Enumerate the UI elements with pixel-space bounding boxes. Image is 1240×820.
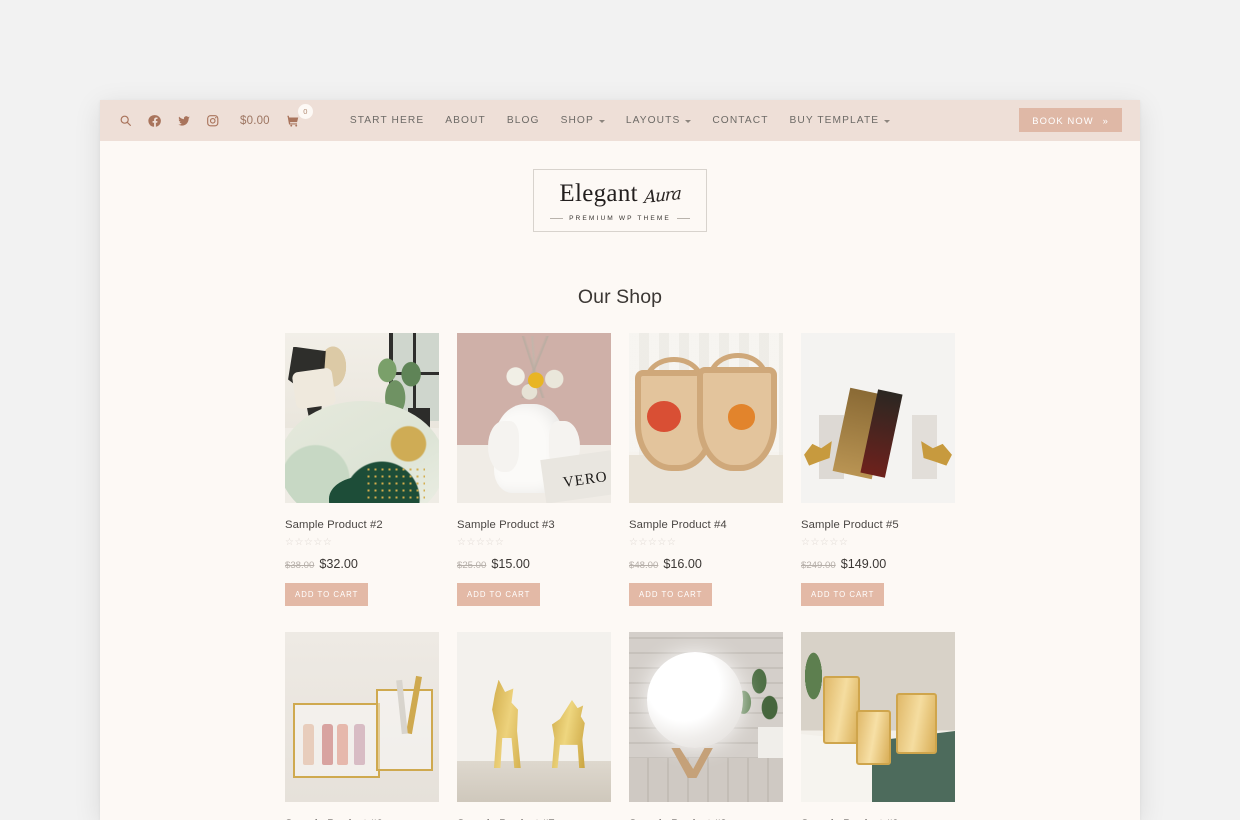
add-to-cart-button[interactable]: ADD TO CART (285, 583, 369, 606)
site-logo[interactable]: Elegant Aura PREMIUM WP THEME (533, 169, 707, 232)
logo-rule-left (550, 218, 564, 219)
product-image-apple-baskets[interactable] (629, 333, 783, 503)
nav-item-layouts[interactable]: LAYOUTS (626, 115, 692, 126)
screenshot-root: $0.00 0 START HERE ABOUT BLOG SHOP LAYOU… (0, 0, 1240, 820)
logo-rule-right (676, 218, 690, 219)
logo-primary-text: Elegant (559, 180, 638, 207)
product-card: Sample Product #4 ☆☆☆☆☆ $48.00 $16.00 AD… (629, 333, 783, 606)
chevron-down-icon (884, 119, 891, 123)
product-title[interactable]: Sample Product #4 (629, 519, 783, 531)
product-image-cosmetic-organizer[interactable] (285, 632, 439, 802)
price-sale: $15.00 (491, 557, 530, 571)
product-rating: ☆☆☆☆☆ (457, 537, 505, 548)
logo-wordmark: Elegant Aura (559, 180, 681, 209)
price-original: $38.00 (285, 560, 315, 571)
search-icon[interactable] (118, 113, 133, 128)
product-price: $48.00 $16.00 (629, 557, 783, 571)
nav-label: SHOP (560, 115, 594, 126)
instagram-icon[interactable] (205, 113, 220, 128)
nav-label: CONTACT (712, 115, 769, 126)
nav-item-about[interactable]: ABOUT (445, 115, 486, 126)
product-card: Sample Product #9 (801, 632, 955, 820)
chevron-down-icon (685, 119, 692, 123)
site-logo-area: Elegant Aura PREMIUM WP THEME (100, 141, 1140, 232)
logo-script-text: Aura (643, 183, 681, 209)
product-card: Sample Product #5 ☆☆☆☆☆ $249.00 $149.00 … (801, 333, 955, 606)
product-image-candle-holders[interactable] (801, 632, 955, 802)
topbar-left-group: $0.00 0 (118, 104, 313, 128)
product-image-gold-reindeer[interactable] (457, 632, 611, 802)
nav-label: LAYOUTS (625, 115, 681, 126)
logo-tagline-row: PREMIUM WP THEME (550, 215, 690, 222)
price-sale: $32.00 (319, 557, 358, 571)
book-now-label: BOOK NOW (1032, 114, 1094, 126)
nav-label: START HERE (349, 115, 425, 126)
nav-item-start-here[interactable]: START HERE (350, 115, 424, 126)
product-grid-row-1: Sample Product #2 ☆☆☆☆☆ $38.00 $32.00 AD… (100, 333, 1140, 606)
double-chevron-right-icon: » (1102, 114, 1109, 126)
product-rating: ☆☆☆☆☆ (801, 537, 849, 548)
product-rating: ☆☆☆☆☆ (285, 537, 333, 548)
nav-label: ABOUT (445, 115, 486, 126)
twitter-icon[interactable] (176, 113, 191, 128)
nav-item-shop[interactable]: SHOP (561, 115, 605, 126)
cart-button[interactable]: 0 (286, 104, 313, 128)
product-price: $38.00 $32.00 (285, 557, 439, 571)
product-price: $249.00 $149.00 (801, 557, 955, 571)
cart-amount[interactable]: $0.00 (240, 115, 270, 127)
price-original: $48.00 (629, 560, 659, 571)
product-title[interactable]: Sample Product #5 (801, 519, 955, 531)
product-image-dinosaur-bookends[interactable] (801, 333, 955, 503)
nav-item-buy-template[interactable]: BUY TEMPLATE (790, 115, 891, 126)
add-to-cart-button[interactable]: ADD TO CART (801, 583, 885, 606)
chevron-down-icon (598, 119, 605, 123)
add-to-cart-button[interactable]: ADD TO CART (457, 583, 541, 606)
product-image-white-face-vase[interactable]: VERO (457, 333, 611, 503)
nav-label: BUY TEMPLATE (789, 115, 880, 126)
product-card: Sample Product #6 (285, 632, 439, 820)
product-image-moon-lamp[interactable] (629, 632, 783, 802)
nav-item-blog[interactable]: BLOG (507, 115, 540, 126)
product-price: $25.00 $15.00 (457, 557, 611, 571)
product-image-round-botanical-rug[interactable] (285, 333, 439, 503)
page-title: Our Shop (577, 286, 663, 308)
product-card: VERO Sample Product #3 ☆☆☆☆☆ $25.00 $15.… (457, 333, 611, 606)
product-rating: ☆☆☆☆☆ (629, 537, 677, 548)
cart-count-badge: 0 (297, 104, 313, 119)
product-title[interactable]: Sample Product #2 (285, 519, 439, 531)
top-utility-bar: $0.00 0 START HERE ABOUT BLOG SHOP LAYOU… (100, 100, 1140, 141)
logo-tagline: PREMIUM WP THEME (569, 215, 671, 222)
book-now-button[interactable]: BOOK NOW » (1019, 108, 1122, 132)
nav-label: BLOG (506, 115, 540, 126)
facebook-icon[interactable] (147, 113, 162, 128)
price-sale: $16.00 (663, 557, 702, 571)
product-card: Sample Product #2 ☆☆☆☆☆ $38.00 $32.00 AD… (285, 333, 439, 606)
product-title[interactable]: Sample Product #3 (457, 519, 611, 531)
product-card: Sample Product #7 (457, 632, 611, 820)
product-card: Sample Product #8 (629, 632, 783, 820)
nav-item-contact[interactable]: CONTACT (712, 115, 768, 126)
browser-page: $0.00 0 START HERE ABOUT BLOG SHOP LAYOU… (100, 100, 1140, 820)
product-grid-row-2: Sample Product #6 Sample Product #7 (100, 632, 1140, 820)
add-to-cart-button[interactable]: ADD TO CART (629, 583, 713, 606)
price-original: $249.00 (801, 560, 836, 571)
price-original: $25.00 (457, 560, 487, 571)
price-sale: $149.00 (840, 557, 887, 571)
